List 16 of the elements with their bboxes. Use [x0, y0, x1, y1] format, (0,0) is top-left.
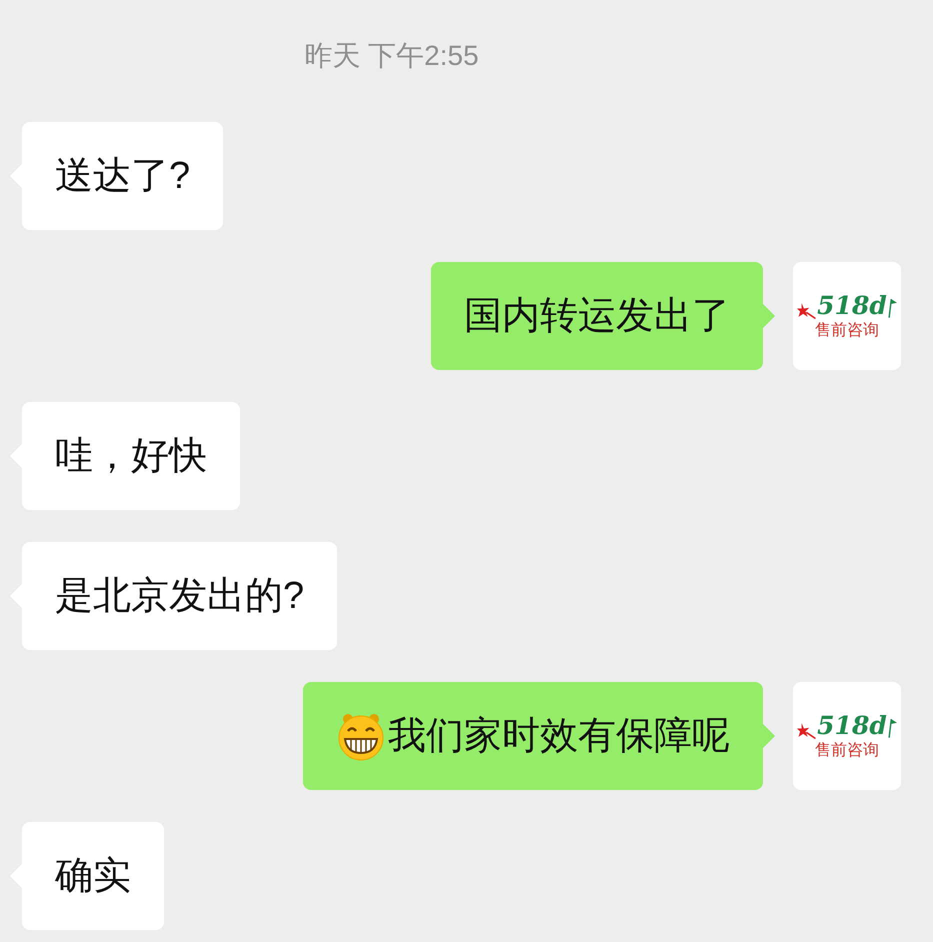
avatar[interactable]: 518d 售前咨询: [793, 262, 901, 370]
message-bubble: 是北京发出的?: [22, 542, 338, 650]
message-bubble: 哇，好快: [22, 402, 240, 510]
avatar[interactable]: 518d 售前咨询: [793, 682, 901, 790]
logo-text: 518d: [817, 291, 887, 321]
logo-text: 518d: [817, 711, 887, 741]
bubble-tail: [763, 304, 775, 328]
message-bubble: 国内转运发出了: [431, 262, 763, 370]
message-bubble: 确实: [22, 822, 164, 930]
timestamp: 昨天 下午2:55: [304, 39, 480, 73]
logo-caption: 售前咨询: [815, 741, 879, 761]
bubble-tail: [763, 724, 775, 748]
message-bubble: 送达了?: [22, 122, 224, 230]
grinning-emoji-icon: [336, 711, 386, 761]
logo-caption: 售前咨询: [815, 321, 879, 341]
message-bubble: 我们家时效有保障呢: [303, 682, 763, 790]
